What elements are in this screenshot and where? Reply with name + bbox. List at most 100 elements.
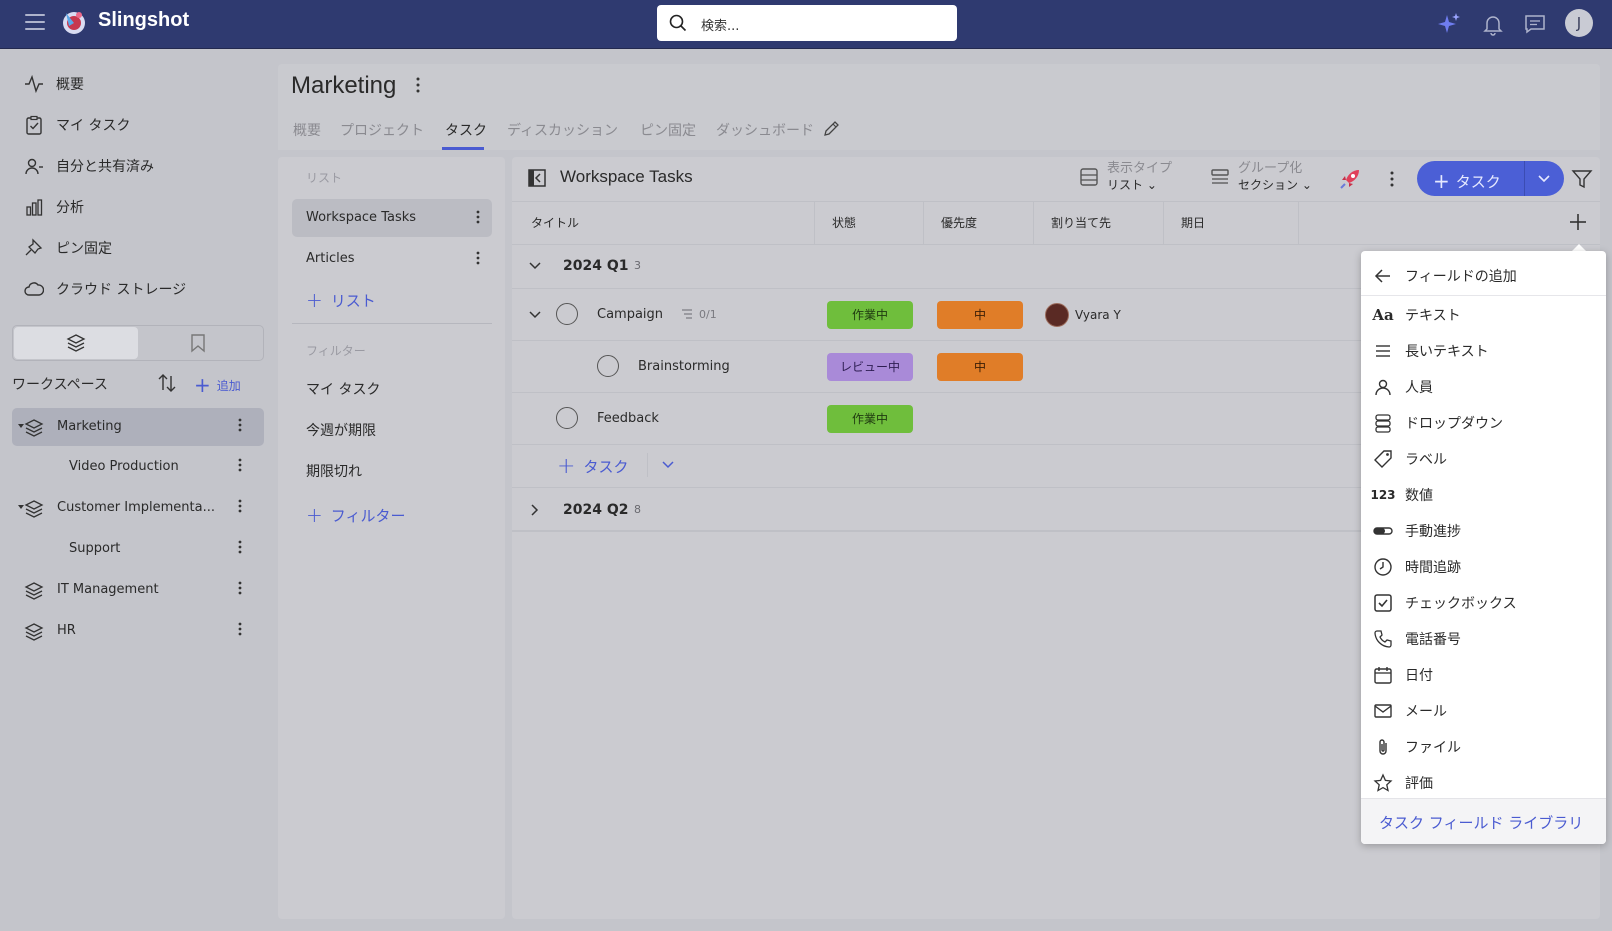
workspace-item-support[interactable]: Support (12, 530, 264, 568)
add-list-button[interactable]: + リスト (306, 288, 376, 312)
chevron-down-icon[interactable] (527, 307, 543, 323)
pencil-icon[interactable] (822, 120, 840, 138)
button-divider (1524, 161, 1525, 196)
filter-icon[interactable] (1571, 168, 1593, 190)
task-complete-checkbox[interactable] (597, 355, 619, 377)
more-vertical-icon[interactable] (238, 621, 242, 637)
number-123-icon: 123 (1370, 488, 1396, 502)
bell-icon[interactable] (1481, 12, 1505, 36)
add-column-icon[interactable] (1568, 212, 1588, 232)
more-vertical-icon[interactable] (1390, 170, 1394, 188)
sort-icon[interactable] (156, 372, 178, 394)
menu-item-person[interactable]: 人員 (1373, 375, 1433, 399)
tab-overview[interactable]: 概要 (293, 120, 321, 140)
menu-item-text[interactable]: Aa テキスト (1372, 303, 1460, 327)
menu-item-email[interactable]: メール (1373, 699, 1447, 723)
menu-item-rating[interactable]: 評価 (1373, 771, 1433, 795)
add-task-button[interactable]: + タスク (1417, 161, 1564, 196)
add-task-row-button[interactable]: + タスク (557, 454, 628, 479)
priority-badge[interactable]: 中 (937, 353, 1023, 381)
checkbox-icon (1374, 594, 1392, 612)
nav-item-overview[interactable]: 概要 (24, 72, 84, 96)
layers-tab[interactable] (14, 327, 138, 359)
menu-item-file[interactable]: ファイル (1373, 735, 1461, 759)
column-header-due-date[interactable]: 期日 (1181, 214, 1205, 231)
chevron-down-icon[interactable] (660, 457, 676, 473)
nav-item-my-tasks[interactable]: マイ タスク (24, 113, 130, 137)
nav-item-label: クラウド ストレージ (56, 282, 187, 298)
add-filter-button[interactable]: + フィルター (306, 503, 405, 527)
status-badge[interactable]: 作業中 (827, 405, 913, 433)
menu-item-time-tracking[interactable]: 時間追跡 (1373, 555, 1461, 579)
menu-item-date[interactable]: 日付 (1373, 663, 1433, 687)
more-vertical-icon[interactable] (238, 417, 242, 433)
collapse-panel-icon[interactable] (527, 168, 547, 188)
search-box[interactable]: 検索... (657, 5, 957, 41)
task-complete-checkbox[interactable] (556, 407, 578, 429)
more-vertical-icon[interactable] (476, 250, 480, 266)
filter-my-tasks[interactable]: マイ タスク (306, 379, 380, 399)
menu-item-dropdown[interactable]: ドロップダウン (1373, 411, 1503, 435)
menu-item-number[interactable]: 123 数値 (1370, 483, 1433, 507)
filter-overdue[interactable]: 期限切れ (306, 461, 362, 481)
chat-icon[interactable] (1523, 12, 1547, 36)
list-item-workspace-tasks[interactable]: Workspace Tasks (292, 199, 492, 237)
status-badge[interactable]: レビュー中 (827, 353, 913, 381)
assignee[interactable]: Vyara Y (1045, 303, 1121, 327)
list-item-articles[interactable]: Articles (292, 240, 492, 278)
tab-tasks[interactable]: タスク (445, 120, 487, 140)
task-title[interactable]: Feedback (597, 411, 659, 426)
tab-discussion[interactable]: ディスカッション (507, 120, 618, 140)
more-vertical-icon[interactable] (238, 498, 242, 514)
add-workspace-button[interactable]: + 追加 (194, 373, 241, 397)
rocket-icon[interactable] (1339, 168, 1361, 190)
menu-item-manual-progress[interactable]: 手動進捗 (1373, 519, 1461, 543)
user-avatar[interactable]: J (1565, 9, 1593, 37)
tab-dashboard[interactable]: ダッシュボード (716, 120, 814, 140)
ai-sparkle-icon[interactable] (1437, 12, 1461, 36)
task-field-library-link[interactable]: タスク フィールド ライブラリ (1361, 798, 1606, 844)
workspace-item-hr[interactable]: HR (12, 612, 264, 650)
chevron-right-icon[interactable] (527, 502, 543, 518)
more-vertical-icon[interactable] (238, 457, 242, 473)
nav-item-pinned[interactable]: ピン固定 (24, 236, 112, 260)
chevron-down-icon[interactable] (527, 258, 543, 274)
task-title[interactable]: Campaign (597, 307, 663, 322)
menu-back-header[interactable]: フィールドの追加 (1373, 264, 1517, 288)
task-complete-checkbox[interactable] (556, 303, 578, 325)
status-badge[interactable]: 作業中 (827, 301, 913, 329)
column-header-priority[interactable]: 優先度 (941, 214, 977, 231)
filter-due-this-week[interactable]: 今週が期限 (306, 420, 376, 440)
workspace-item-it-management[interactable]: IT Management (12, 571, 264, 609)
workspace-item-video-production[interactable]: Video Production (12, 448, 264, 486)
menu-item-long-text[interactable]: 長いテキスト (1373, 339, 1489, 363)
more-vertical-icon[interactable] (238, 580, 242, 596)
column-header-status[interactable]: 状態 (832, 214, 856, 231)
workspace-item-marketing[interactable]: Marketing (12, 408, 264, 446)
view-type-control[interactable]: 表示タイプ リスト ⌄ (1079, 160, 1172, 194)
menu-item-label[interactable]: ラベル (1373, 447, 1447, 471)
column-divider (814, 202, 815, 244)
app-name[interactable]: Slingshot (98, 9, 189, 32)
more-vertical-icon[interactable] (476, 209, 480, 225)
more-vertical-icon[interactable] (238, 539, 242, 555)
task-title[interactable]: Brainstorming (638, 359, 730, 374)
search-input[interactable]: 検索... (701, 15, 739, 34)
nav-item-analytics[interactable]: 分析 (24, 195, 84, 219)
bookmark-icon[interactable] (189, 333, 207, 353)
column-header-title[interactable]: タイトル (531, 214, 579, 231)
hamburger-menu-icon[interactable] (25, 14, 45, 30)
workspace-item-customer-implementation[interactable]: Customer Implementa... (12, 489, 264, 527)
layers-icon (66, 334, 86, 352)
menu-item-checkbox[interactable]: チェックボックス (1373, 591, 1517, 615)
nav-item-cloud-storage[interactable]: クラウド ストレージ (24, 277, 186, 301)
menu-item-phone[interactable]: 電話番号 (1373, 627, 1461, 651)
nav-item-shared[interactable]: 自分と共有済み (24, 154, 154, 178)
tab-pinned[interactable]: ピン固定 (640, 120, 696, 140)
column-header-assignee[interactable]: 割り当て先 (1051, 214, 1111, 231)
priority-badge[interactable]: 中 (937, 301, 1023, 329)
group-by-control[interactable]: グループ化 セクション ⌄ (1210, 160, 1312, 194)
more-vertical-icon[interactable] (416, 76, 420, 94)
chevron-down-icon[interactable] (1534, 168, 1554, 188)
tab-projects[interactable]: プロジェクト (340, 120, 424, 140)
